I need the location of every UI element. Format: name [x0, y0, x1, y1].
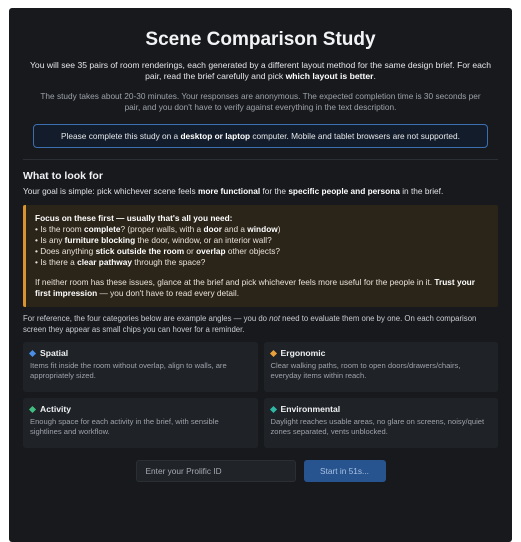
- category-name: Activity: [40, 404, 72, 414]
- focus-closing: If neither room has these issues, glance…: [35, 277, 475, 298]
- focus-item-pathway: • Is there a clear pathway through the s…: [35, 257, 206, 267]
- category-name: Spatial: [40, 348, 69, 358]
- focus-item-blocking: • Is any furniture blocking the door, wi…: [35, 235, 272, 245]
- section-divider: [23, 159, 498, 160]
- duration-note: The study takes about 20-30 minutes. You…: [40, 91, 481, 112]
- category-desc: Enough space for each activity in the br…: [30, 417, 219, 436]
- diamond-icon: [269, 349, 277, 357]
- category-desc: Clear walking paths, room to open doors/…: [270, 361, 461, 380]
- category-name: Ergonomic: [280, 348, 326, 358]
- reference-note: For reference, the four categories below…: [23, 314, 477, 334]
- start-button[interactable]: Start in 51s...: [303, 460, 386, 482]
- category-name: Environmental: [280, 404, 341, 414]
- study-panel: Scene Comparison Study You will see 35 p…: [9, 8, 512, 542]
- category-card-activity: Activity Enough space for each activity …: [23, 398, 258, 448]
- page-title: Scene Comparison Study: [145, 29, 376, 50]
- device-notice: Please complete this study on a desktop …: [33, 124, 488, 148]
- goal-text: Your goal is simple: pick whichever scen…: [23, 186, 444, 196]
- section-heading: What to look for: [23, 170, 103, 182]
- category-card-environmental: Environmental Daylight reaches usable ar…: [263, 398, 498, 448]
- category-desc: Items fit inside the room without overla…: [30, 361, 227, 380]
- category-card-ergonomic: Ergonomic Clear walking paths, room to o…: [263, 342, 498, 392]
- focus-callout: Focus on these first — usually that's al…: [23, 205, 498, 307]
- category-grid: Spatial Items fit inside the room withou…: [23, 342, 498, 448]
- intro-text: You will see 35 pairs of room renderings…: [23, 60, 498, 82]
- focus-item-complete: • Is the room complete? (proper walls, w…: [35, 224, 281, 234]
- diamond-icon: [28, 405, 37, 413]
- focus-heading: Focus on these first — usually that's al…: [35, 213, 233, 223]
- diamond-icon: [28, 349, 37, 357]
- intro-line-1: You will see 35 pairs of room renderings…: [29, 60, 455, 70]
- category-desc: Daylight reaches usable areas, no glare …: [270, 417, 485, 436]
- diamond-icon: [269, 405, 277, 413]
- category-card-spatial: Spatial Items fit inside the room withou…: [23, 342, 258, 392]
- focus-item-overlap: • Does anything stick outside the room o…: [35, 246, 281, 256]
- prolific-id-input[interactable]: [135, 460, 296, 482]
- start-form: Start in 51s...: [23, 460, 498, 482]
- intro-emphasis: which layout is better: [285, 71, 374, 81]
